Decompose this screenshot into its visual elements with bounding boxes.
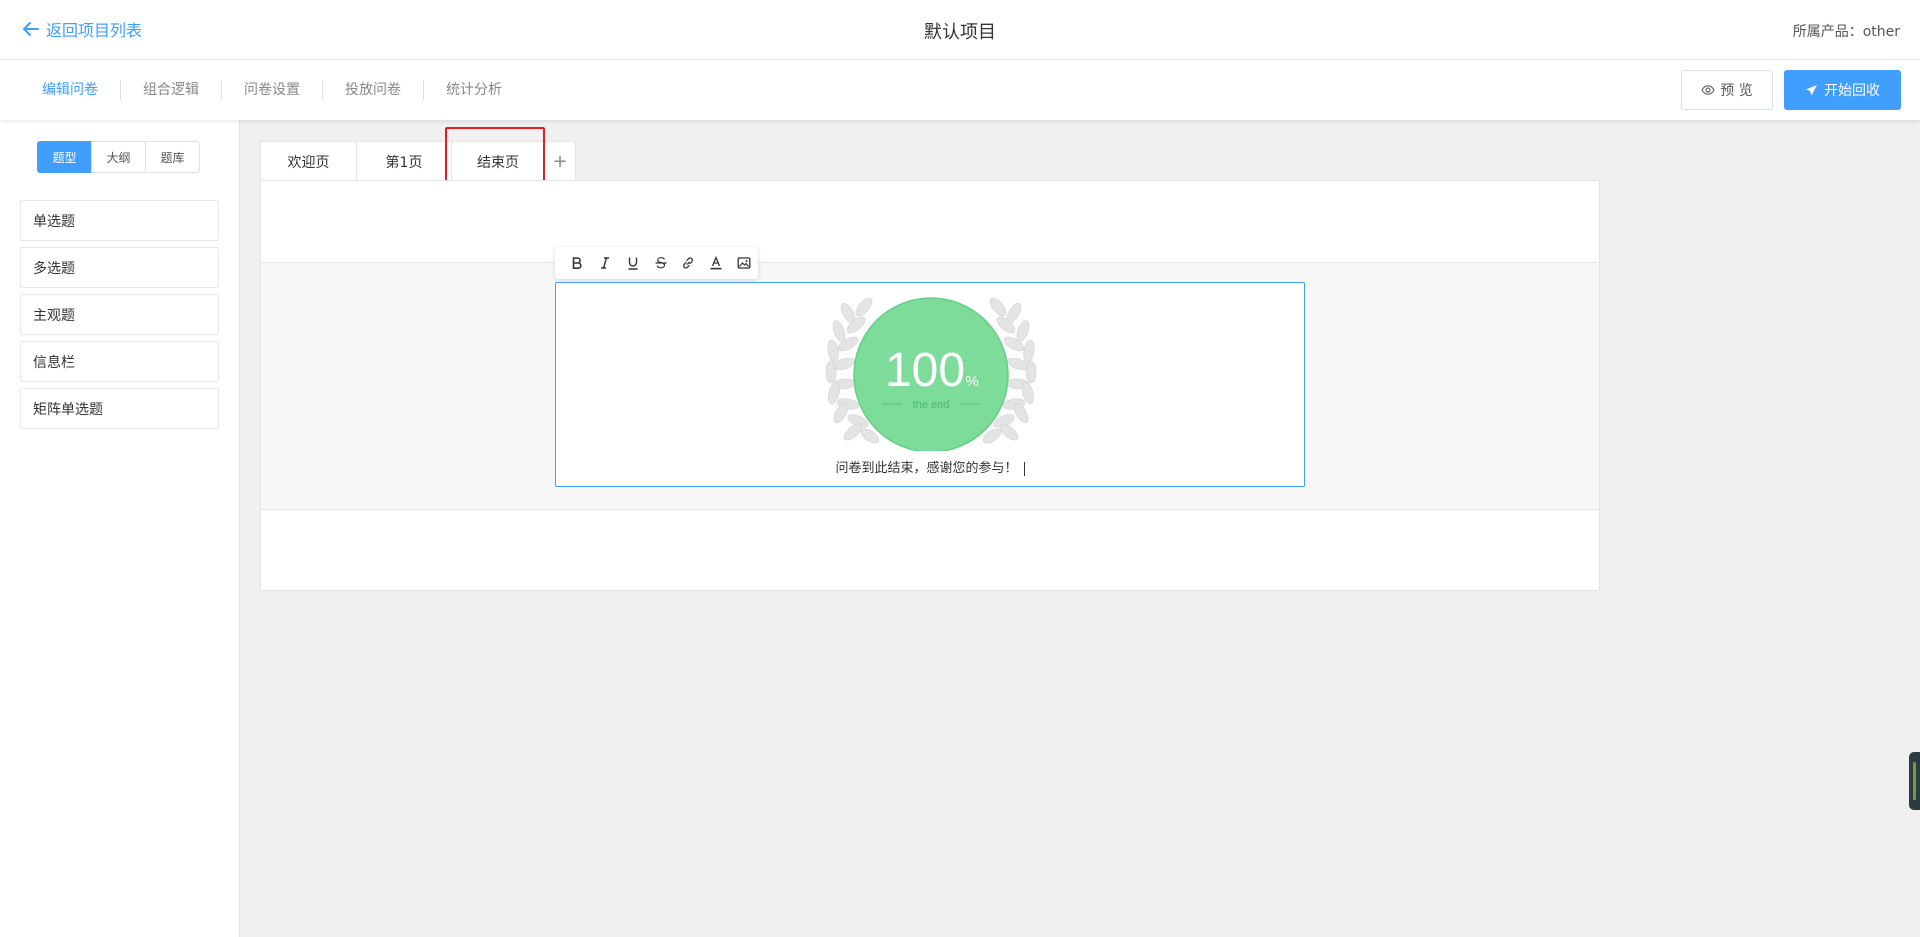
completion-badge: 100 % the end <box>825 297 1037 451</box>
editor-nav: 编辑问卷 组合逻辑 问卷设置 投放问卷 统计分析 <box>20 60 524 120</box>
question-type-list: 单选题 多选题 主观题 信息栏 矩阵单选题 <box>20 200 219 435</box>
question-type-info-bar[interactable]: 信息栏 <box>20 341 219 382</box>
link-icon[interactable] <box>674 249 702 277</box>
page-tabs: 欢迎页 第1页 结束页 + <box>260 141 576 181</box>
app-header: 返回项目列表 默认项目 所属产品：other <box>0 0 1920 60</box>
editor-toolbar: 编辑问卷 组合逻辑 问卷设置 投放问卷 统计分析 预 览 开始回收 <box>0 60 1920 120</box>
italic-icon[interactable] <box>591 249 619 277</box>
image-icon[interactable] <box>730 249 758 277</box>
eye-icon <box>1701 85 1715 95</box>
question-type-subjective[interactable]: 主观题 <box>20 294 219 335</box>
question-type-single-choice[interactable]: 单选题 <box>20 200 219 241</box>
back-link-label: 返回项目列表 <box>46 21 143 40</box>
rich-text-toolbar <box>555 247 758 279</box>
bold-icon[interactable] <box>563 249 591 277</box>
segment-question-bank[interactable]: 题库 <box>145 141 200 173</box>
end-message-text: 问卷到此结束，感谢您的参与！ <box>835 461 1018 476</box>
nav-survey-settings[interactable]: 问卷设置 <box>222 80 323 100</box>
preview-button[interactable]: 预 览 <box>1681 70 1773 110</box>
font-color-icon[interactable] <box>702 249 730 277</box>
nav-combine-logic[interactable]: 组合逻辑 <box>121 80 222 100</box>
sidebar-segmented-control: 题型 大纲 题库 <box>37 141 200 173</box>
project-title: 默认项目 <box>924 22 996 43</box>
segment-question-types[interactable]: 题型 <box>37 141 92 173</box>
strikethrough-icon[interactable] <box>647 249 675 277</box>
tab-welcome-page[interactable]: 欢迎页 <box>260 141 357 181</box>
arrow-left-icon <box>23 22 39 36</box>
product-info: 所属产品：other <box>1792 24 1900 40</box>
start-collect-label: 开始回收 <box>1824 83 1880 99</box>
start-collect-button[interactable]: 开始回收 <box>1784 70 1901 110</box>
badge-number: 100 <box>885 344 965 397</box>
nav-publish-survey[interactable]: 投放问卷 <box>323 80 424 100</box>
end-page-editor[interactable]: 100 % the end 问卷到此结束，感谢您的参与！ <box>555 282 1305 487</box>
tab-page-1[interactable]: 第1页 <box>356 141 452 181</box>
text-caret <box>1023 461 1025 476</box>
segment-outline[interactable]: 大纲 <box>91 141 146 173</box>
tab-end-page[interactable]: 结束页 <box>451 141 545 181</box>
question-sidebar: 题型 大纲 题库 单选题 多选题 主观题 信息栏 矩阵单选题 <box>0 120 240 937</box>
question-type-matrix-single[interactable]: 矩阵单选题 <box>20 388 219 429</box>
side-panel-handle[interactable] <box>1909 752 1920 810</box>
badge-caption: the end <box>913 399 950 411</box>
preview-label: 预 览 <box>1720 83 1753 99</box>
badge-percent: % <box>965 373 978 390</box>
underline-icon[interactable] <box>619 249 647 277</box>
nav-statistics[interactable]: 统计分析 <box>424 80 524 100</box>
send-icon <box>1806 84 1817 95</box>
back-to-projects-link[interactable]: 返回项目列表 <box>22 17 142 41</box>
end-message: 问卷到此结束，感谢您的参与！ <box>556 457 1304 476</box>
question-type-multiple-choice[interactable]: 多选题 <box>20 247 219 288</box>
nav-edit-survey[interactable]: 编辑问卷 <box>20 80 121 100</box>
add-page-button[interactable]: + <box>544 141 576 181</box>
